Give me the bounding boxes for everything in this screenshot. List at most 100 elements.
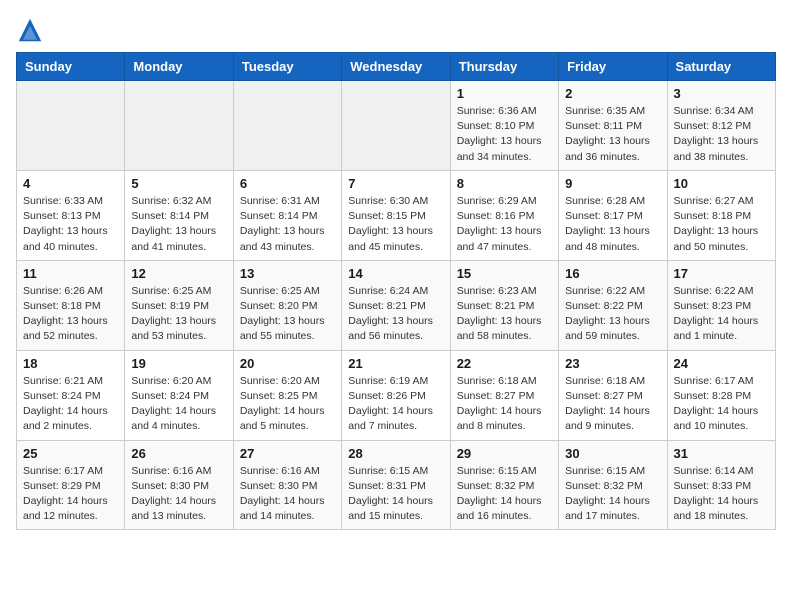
day-cell: 9 Sunrise: 6:28 AM Sunset: 8:17 PM Daylig… [559, 170, 667, 260]
header-row: SundayMondayTuesdayWednesdayThursdayFrid… [17, 53, 776, 81]
day-cell [17, 81, 125, 171]
page-container: SundayMondayTuesdayWednesdayThursdayFrid… [16, 16, 776, 530]
day-number: 18 [23, 356, 118, 371]
day-cell: 16 Sunrise: 6:22 AM Sunset: 8:22 PM Dayli… [559, 260, 667, 350]
header-cell-saturday: Saturday [667, 53, 775, 81]
day-info: Sunrise: 6:20 AM Sunset: 8:25 PM Dayligh… [240, 374, 335, 435]
day-number: 5 [131, 176, 226, 191]
day-cell: 24 Sunrise: 6:17 AM Sunset: 8:28 PM Dayli… [667, 350, 775, 440]
week-row-1: 1 Sunrise: 6:36 AM Sunset: 8:10 PM Daylig… [17, 81, 776, 171]
day-number: 8 [457, 176, 552, 191]
day-cell: 31 Sunrise: 6:14 AM Sunset: 8:33 PM Dayli… [667, 440, 775, 530]
day-cell: 28 Sunrise: 6:15 AM Sunset: 8:31 PM Dayli… [342, 440, 450, 530]
day-number: 25 [23, 446, 118, 461]
header-cell-wednesday: Wednesday [342, 53, 450, 81]
day-cell: 17 Sunrise: 6:22 AM Sunset: 8:23 PM Dayli… [667, 260, 775, 350]
day-number: 9 [565, 176, 660, 191]
day-info: Sunrise: 6:17 AM Sunset: 8:28 PM Dayligh… [674, 374, 769, 435]
day-info: Sunrise: 6:26 AM Sunset: 8:18 PM Dayligh… [23, 284, 118, 345]
day-number: 22 [457, 356, 552, 371]
day-cell: 18 Sunrise: 6:21 AM Sunset: 8:24 PM Dayli… [17, 350, 125, 440]
day-info: Sunrise: 6:16 AM Sunset: 8:30 PM Dayligh… [131, 464, 226, 525]
day-info: Sunrise: 6:22 AM Sunset: 8:22 PM Dayligh… [565, 284, 660, 345]
day-info: Sunrise: 6:28 AM Sunset: 8:17 PM Dayligh… [565, 194, 660, 255]
day-number: 4 [23, 176, 118, 191]
day-number: 7 [348, 176, 443, 191]
day-number: 12 [131, 266, 226, 281]
day-info: Sunrise: 6:21 AM Sunset: 8:24 PM Dayligh… [23, 374, 118, 435]
day-info: Sunrise: 6:34 AM Sunset: 8:12 PM Dayligh… [674, 104, 769, 165]
day-cell: 22 Sunrise: 6:18 AM Sunset: 8:27 PM Dayli… [450, 350, 558, 440]
day-info: Sunrise: 6:14 AM Sunset: 8:33 PM Dayligh… [674, 464, 769, 525]
day-cell: 6Sunrise: 6:31 AM Sunset: 8:14 PM Daylig… [233, 170, 341, 260]
logo-icon [16, 16, 44, 44]
day-number: 23 [565, 356, 660, 371]
week-row-4: 18 Sunrise: 6:21 AM Sunset: 8:24 PM Dayli… [17, 350, 776, 440]
day-cell: 1 Sunrise: 6:36 AM Sunset: 8:10 PM Daylig… [450, 81, 558, 171]
day-info: Sunrise: 6:25 AM Sunset: 8:19 PM Dayligh… [131, 284, 226, 345]
day-info: Sunrise: 6:18 AM Sunset: 8:27 PM Dayligh… [457, 374, 552, 435]
day-number: 16 [565, 266, 660, 281]
day-cell [233, 81, 341, 171]
day-number: 11 [23, 266, 118, 281]
header-cell-sunday: Sunday [17, 53, 125, 81]
day-info: Sunrise: 6:20 AM Sunset: 8:24 PM Dayligh… [131, 374, 226, 435]
header [16, 16, 776, 44]
day-number: 13 [240, 266, 335, 281]
day-info: Sunrise: 6:35 AM Sunset: 8:11 PM Dayligh… [565, 104, 660, 165]
day-cell: 19Sunrise: 6:20 AM Sunset: 8:24 PM Dayli… [125, 350, 233, 440]
day-cell: 20 Sunrise: 6:20 AM Sunset: 8:25 PM Dayli… [233, 350, 341, 440]
week-row-3: 11 Sunrise: 6:26 AM Sunset: 8:18 PM Dayli… [17, 260, 776, 350]
header-cell-monday: Monday [125, 53, 233, 81]
day-cell: 3 Sunrise: 6:34 AM Sunset: 8:12 PM Daylig… [667, 81, 775, 171]
day-cell: 5Sunrise: 6:32 AM Sunset: 8:14 PM Daylig… [125, 170, 233, 260]
day-info: Sunrise: 6:15 AM Sunset: 8:31 PM Dayligh… [348, 464, 443, 525]
day-number: 24 [674, 356, 769, 371]
day-info: Sunrise: 6:30 AM Sunset: 8:15 PM Dayligh… [348, 194, 443, 255]
day-cell: 25 Sunrise: 6:17 AM Sunset: 8:29 PM Dayli… [17, 440, 125, 530]
header-cell-friday: Friday [559, 53, 667, 81]
day-info: Sunrise: 6:24 AM Sunset: 8:21 PM Dayligh… [348, 284, 443, 345]
day-cell: 11 Sunrise: 6:26 AM Sunset: 8:18 PM Dayli… [17, 260, 125, 350]
header-cell-tuesday: Tuesday [233, 53, 341, 81]
day-info: Sunrise: 6:16 AM Sunset: 8:30 PM Dayligh… [240, 464, 335, 525]
day-number: 28 [348, 446, 443, 461]
day-cell: 8 Sunrise: 6:29 AM Sunset: 8:16 PM Daylig… [450, 170, 558, 260]
day-number: 14 [348, 266, 443, 281]
day-number: 20 [240, 356, 335, 371]
calendar-table: SundayMondayTuesdayWednesdayThursdayFrid… [16, 52, 776, 530]
day-cell: 2 Sunrise: 6:35 AM Sunset: 8:11 PM Daylig… [559, 81, 667, 171]
day-number: 17 [674, 266, 769, 281]
day-info: Sunrise: 6:23 AM Sunset: 8:21 PM Dayligh… [457, 284, 552, 345]
day-number: 30 [565, 446, 660, 461]
day-number: 2 [565, 86, 660, 101]
day-number: 15 [457, 266, 552, 281]
day-cell: 13 Sunrise: 6:25 AM Sunset: 8:20 PM Dayli… [233, 260, 341, 350]
day-number: 1 [457, 86, 552, 101]
day-number: 29 [457, 446, 552, 461]
day-info: Sunrise: 6:25 AM Sunset: 8:20 PM Dayligh… [240, 284, 335, 345]
header-cell-thursday: Thursday [450, 53, 558, 81]
day-number: 31 [674, 446, 769, 461]
day-number: 3 [674, 86, 769, 101]
day-cell: 26 Sunrise: 6:16 AM Sunset: 8:30 PM Dayli… [125, 440, 233, 530]
day-info: Sunrise: 6:22 AM Sunset: 8:23 PM Dayligh… [674, 284, 769, 345]
week-row-2: 4 Sunrise: 6:33 AM Sunset: 8:13 PM Daylig… [17, 170, 776, 260]
day-info: Sunrise: 6:15 AM Sunset: 8:32 PM Dayligh… [457, 464, 552, 525]
day-info: Sunrise: 6:36 AM Sunset: 8:10 PM Dayligh… [457, 104, 552, 165]
day-cell: 14 Sunrise: 6:24 AM Sunset: 8:21 PM Dayli… [342, 260, 450, 350]
week-row-5: 25 Sunrise: 6:17 AM Sunset: 8:29 PM Dayli… [17, 440, 776, 530]
day-cell: 29 Sunrise: 6:15 AM Sunset: 8:32 PM Dayli… [450, 440, 558, 530]
day-info: Sunrise: 6:18 AM Sunset: 8:27 PM Dayligh… [565, 374, 660, 435]
calendar-body: 1 Sunrise: 6:36 AM Sunset: 8:10 PM Daylig… [17, 81, 776, 530]
logo [16, 16, 50, 44]
day-info: Sunrise: 6:33 AM Sunset: 8:13 PM Dayligh… [23, 194, 118, 255]
day-info: Sunrise: 6:27 AM Sunset: 8:18 PM Dayligh… [674, 194, 769, 255]
day-number: 21 [348, 356, 443, 371]
day-cell [125, 81, 233, 171]
day-number: 27 [240, 446, 335, 461]
day-info: Sunrise: 6:29 AM Sunset: 8:16 PM Dayligh… [457, 194, 552, 255]
day-info: Sunrise: 6:17 AM Sunset: 8:29 PM Dayligh… [23, 464, 118, 525]
day-number: 26 [131, 446, 226, 461]
day-number: 6 [240, 176, 335, 191]
